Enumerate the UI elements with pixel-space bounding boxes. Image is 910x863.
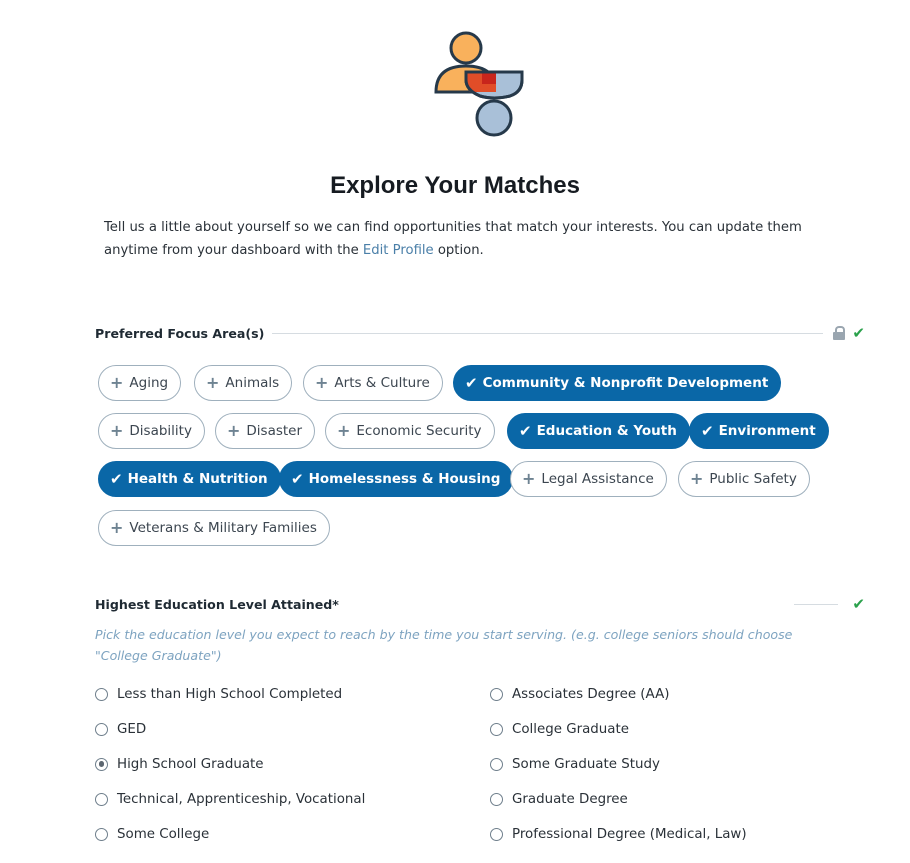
education-divider [794, 603, 839, 605]
radio-button[interactable] [95, 687, 108, 701]
radio-label: Less than High School Completed [117, 686, 343, 702]
intro-text-after: option. [433, 243, 484, 258]
radio-button[interactable] [490, 687, 503, 701]
chip-public-safety[interactable]: + Public Safety [678, 461, 810, 497]
lock-icon [833, 326, 846, 340]
radio-button[interactable] [95, 722, 108, 736]
chip-label: Legal Assistance [541, 471, 654, 487]
radio-button[interactable] [490, 792, 503, 806]
chip-disaster[interactable]: + Disaster [215, 413, 316, 449]
chip-label: Public Safety [709, 471, 797, 487]
checkmark-icon: ✔ [519, 421, 532, 440]
focus-chips-row-4: + Veterans & Military Families [98, 510, 398, 548]
radio-technical-apprenticeship-vocational[interactable]: Technical, Apprenticeship, Vocational [95, 789, 365, 809]
chip-label: Disability [129, 423, 192, 439]
chip-veterans-military-families[interactable]: + Veterans & Military Families [98, 510, 330, 546]
radio-label: Associates Degree (AA) [512, 686, 670, 702]
chip-homelessness-housing[interactable]: ✔ Homelessness & Housing [279, 461, 514, 497]
checkmark-icon: ✔ [110, 469, 123, 488]
focus-area-header: Preferred Focus Area(s) ✔ [95, 323, 865, 343]
intro-text: Tell us a little about yourself so we ca… [104, 216, 854, 262]
radio-high-school-graduate[interactable]: High School Graduate [95, 754, 264, 774]
radio-less-than-high-school[interactable]: Less than High School Completed [95, 684, 342, 704]
radio-professional-degree[interactable]: Professional Degree (Medical, Law) [490, 824, 747, 844]
plus-icon: + [110, 421, 124, 440]
focus-chips-row-3: ✔ Health & Nutrition ✔ Homelessness & Hous… [98, 461, 818, 499]
radio-button[interactable] [95, 792, 108, 806]
radio-label: Some Graduate Study [512, 756, 660, 772]
plus-icon: + [690, 469, 704, 488]
education-complete-check-icon: ✔ [852, 595, 865, 613]
focus-area-complete-check-icon: ✔ [852, 324, 865, 342]
radio-button[interactable] [490, 757, 503, 771]
chip-health-nutrition[interactable]: ✔ Health & Nutrition [98, 461, 281, 497]
education-header: Highest Education Level Attained* ✔ [95, 594, 865, 614]
radio-button[interactable] [490, 827, 503, 841]
radio-button[interactable] [95, 827, 108, 841]
radio-label: Technical, Apprenticeship, Vocational [117, 791, 366, 807]
chip-label: Health & Nutrition [127, 471, 268, 487]
focus-chips-row-2: + Disability + Disaster + Economic Security… [98, 413, 838, 451]
plus-icon: + [227, 421, 241, 440]
chip-legal-assistance[interactable]: + Legal Assistance [510, 461, 667, 497]
radio-label: College Graduate [512, 721, 629, 737]
focus-area-divider [272, 332, 824, 334]
chip-label: Disaster [246, 423, 303, 439]
checkmark-icon: ✔ [701, 421, 714, 440]
chip-environment[interactable]: ✔ Environment [689, 413, 829, 449]
plus-icon: + [315, 373, 329, 392]
chip-label: Environment [718, 423, 816, 439]
chip-education-youth[interactable]: ✔ Education & Youth [507, 413, 690, 449]
chip-label: Aging [129, 375, 169, 391]
chip-disability[interactable]: + Disability [98, 413, 205, 449]
edit-profile-link[interactable]: Edit Profile [363, 243, 434, 258]
chip-label: Economic Security [356, 423, 482, 439]
radio-label: High School Graduate [117, 756, 264, 772]
radio-label: Professional Degree (Medical, Law) [512, 826, 747, 842]
chip-label: Animals [225, 375, 280, 391]
chip-label: Arts & Culture [334, 375, 430, 391]
radio-label: Some College [117, 826, 210, 842]
chip-community-nonprofit-development[interactable]: ✔ Community & Nonprofit Development [453, 365, 782, 401]
radio-college-graduate[interactable]: College Graduate [490, 719, 629, 739]
radio-button[interactable] [490, 722, 503, 736]
focus-chips-row-1: + Aging + Animals + Arts & Culture ✔ Communi… [98, 365, 798, 403]
chip-label: Veterans & Military Families [129, 520, 317, 536]
plus-icon: + [110, 518, 124, 537]
plus-icon: + [522, 469, 536, 488]
radio-button-selected[interactable] [95, 757, 108, 771]
education-label: Highest Education Level Attained* [95, 596, 339, 612]
chip-label: Homelessness & Housing [308, 471, 501, 487]
radio-associates-degree[interactable]: Associates Degree (AA) [490, 684, 669, 704]
checkmark-icon: ✔ [291, 469, 304, 488]
chip-label: Education & Youth [536, 423, 677, 439]
radio-label: GED [117, 721, 147, 737]
match-logo-icon [434, 31, 524, 137]
education-hint: Pick the education level you expect to r… [95, 627, 793, 663]
page-title: Explore Your Matches [330, 172, 580, 199]
chip-label: Community & Nonprofit Development [482, 375, 769, 391]
focus-area-label: Preferred Focus Area(s) [95, 325, 265, 341]
chip-animals[interactable]: + Animals [194, 365, 293, 401]
chip-aging[interactable]: + Aging [98, 365, 182, 401]
chip-arts-culture[interactable]: + Arts & Culture [303, 365, 443, 401]
checkmark-icon: ✔ [465, 373, 478, 392]
chip-economic-security[interactable]: + Economic Security [325, 413, 495, 449]
plus-icon: + [337, 421, 351, 440]
radio-ged[interactable]: GED [95, 719, 146, 739]
radio-some-college[interactable]: Some College [95, 824, 209, 844]
radio-some-graduate-study[interactable]: Some Graduate Study [490, 754, 660, 774]
plus-icon: + [110, 373, 124, 392]
radio-graduate-degree[interactable]: Graduate Degree [490, 789, 628, 809]
radio-label: Graduate Degree [512, 791, 628, 807]
plus-icon: + [206, 373, 220, 392]
